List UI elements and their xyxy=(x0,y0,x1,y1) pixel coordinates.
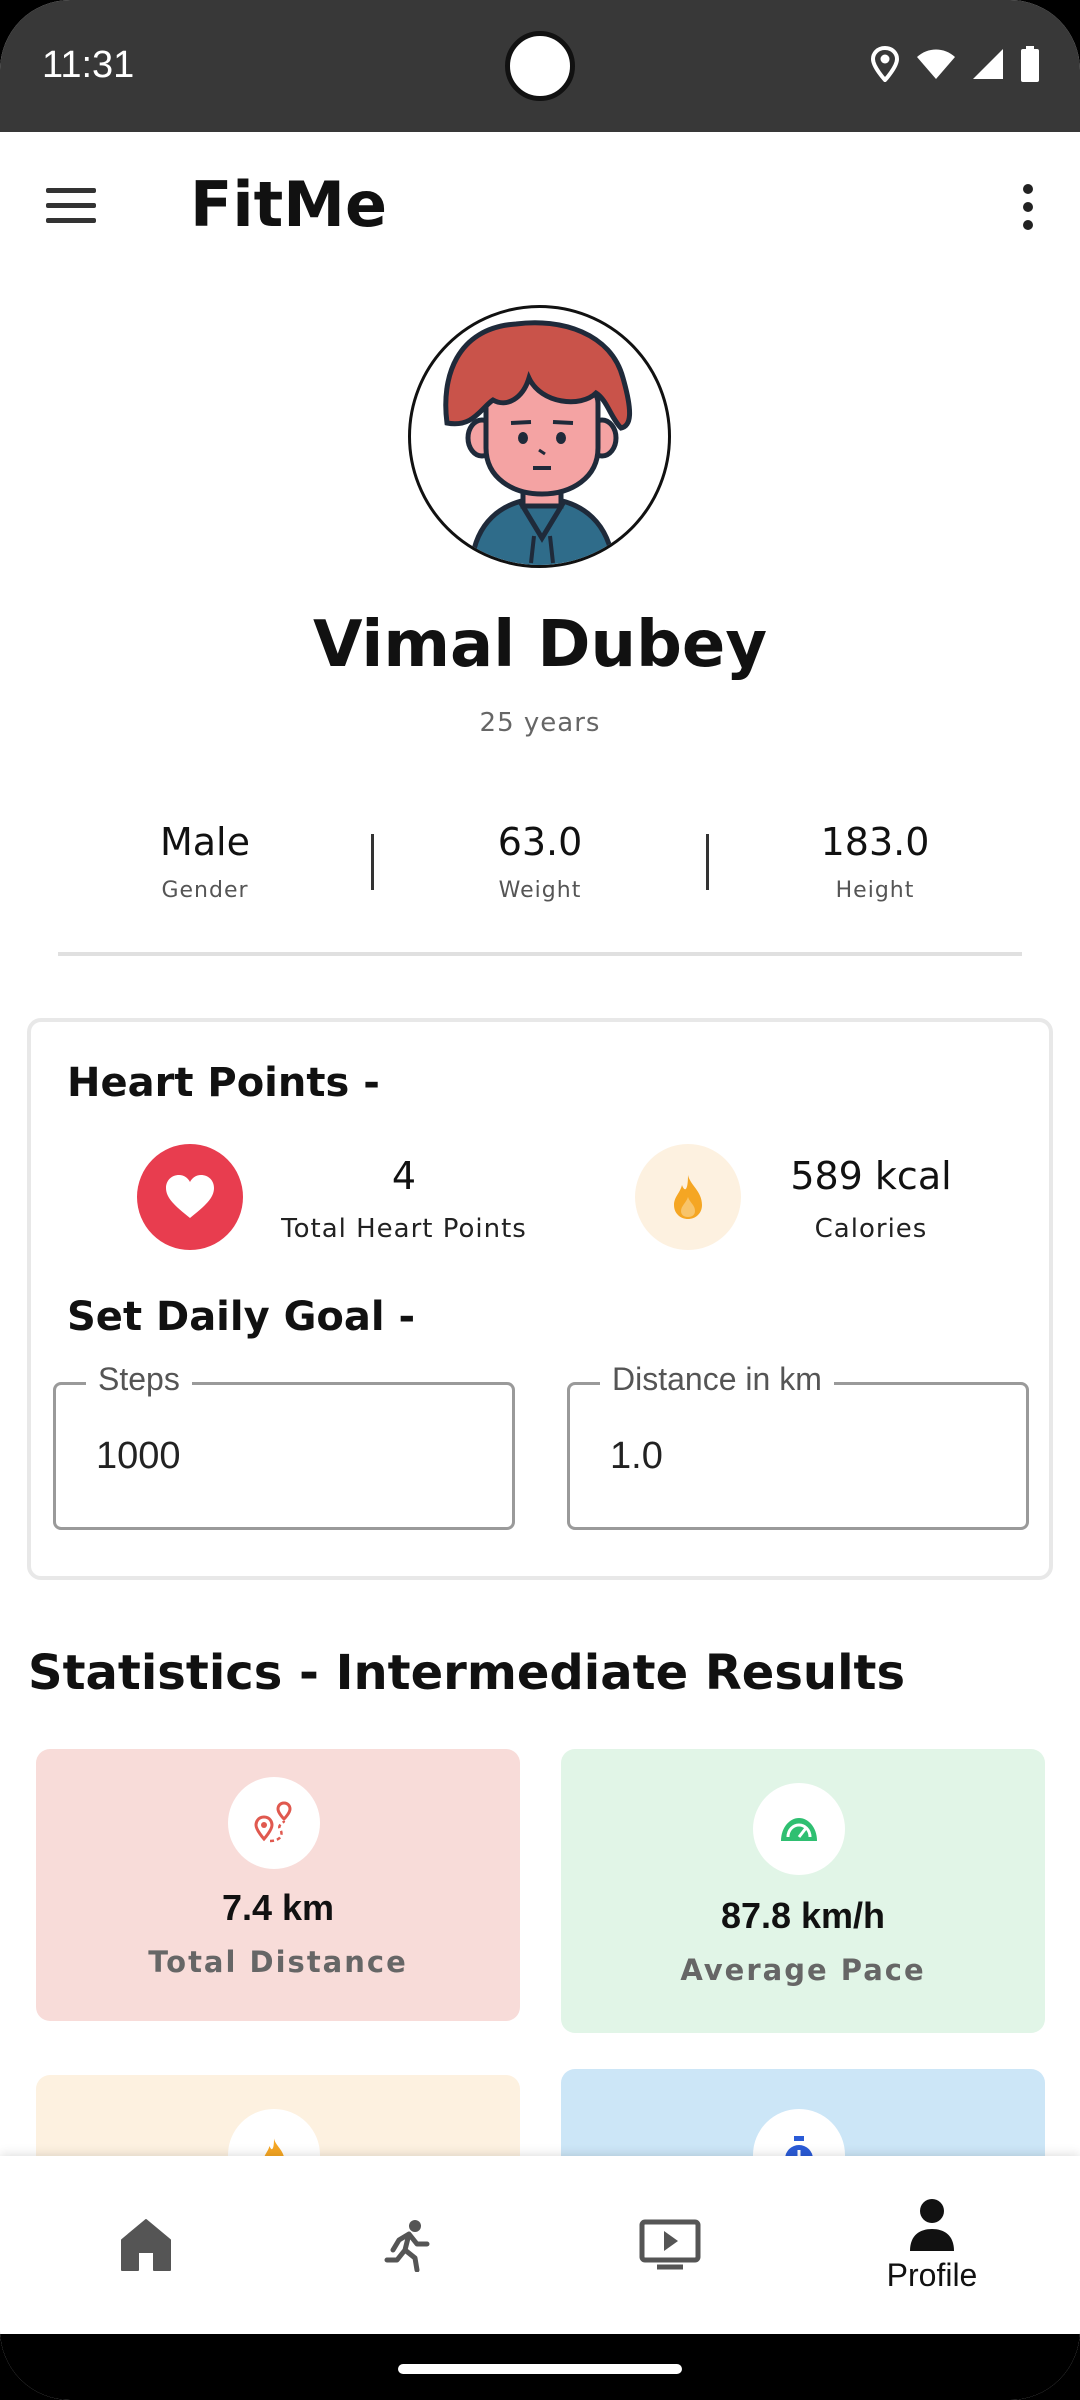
battery-icon xyxy=(1021,46,1039,82)
heart-points-title: Heart Points - xyxy=(67,1060,380,1106)
heart-icon xyxy=(166,1175,214,1218)
camera-cutout xyxy=(505,31,575,101)
metric-height: 183.0 Height xyxy=(725,820,1025,903)
steps-field-label: Steps xyxy=(86,1361,192,1398)
metric-value: 63.0 xyxy=(497,820,583,864)
heart-points-card: Heart Points - 4 Total Heart Points 589 … xyxy=(27,1018,1053,1580)
wifi-icon xyxy=(917,49,955,79)
status-time: 11:31 xyxy=(42,44,135,86)
route-pin-icon xyxy=(254,1801,292,1843)
distance-field-value[interactable]: 1.0 xyxy=(610,1435,663,1478)
metric-value: Male xyxy=(159,820,250,864)
home-icon xyxy=(121,2219,171,2271)
video-icon xyxy=(639,2219,701,2270)
location-icon xyxy=(870,46,900,82)
calories-badge xyxy=(635,1144,741,1250)
stat-card-average-pace[interactable]: 87.8 km/h Average Pace xyxy=(561,1749,1045,2033)
nav-videos[interactable] xyxy=(540,2156,800,2334)
stat-value: 87.8 km/h xyxy=(720,1895,886,1936)
nav-activity[interactable] xyxy=(278,2156,538,2334)
run-icon xyxy=(384,2220,430,2272)
more-options-icon[interactable] xyxy=(1016,182,1040,232)
metric-value: 183.0 xyxy=(820,820,930,864)
calories-label: Calories xyxy=(814,1214,928,1244)
metric-label: Gender xyxy=(161,878,249,903)
divider xyxy=(706,834,709,890)
nav-profile-label: Profile xyxy=(886,2256,978,2293)
heart-badge xyxy=(137,1144,243,1250)
heart-points-label: Total Heart Points xyxy=(281,1214,527,1244)
avatar[interactable] xyxy=(408,305,671,568)
divider xyxy=(371,834,374,890)
stat-icon-badge xyxy=(228,1777,320,1869)
status-bar: 11:31 xyxy=(0,0,1080,132)
status-icons xyxy=(870,46,1040,82)
stat-value: 7.4 km xyxy=(221,1887,335,1928)
stat-icon-badge xyxy=(753,1783,845,1875)
nav-profile[interactable]: Profile xyxy=(802,2156,1062,2334)
nav-home[interactable] xyxy=(16,2156,276,2334)
home-gesture-handle[interactable] xyxy=(398,2364,682,2374)
profile-name: Vimal Dubey xyxy=(312,608,768,682)
gesture-bar xyxy=(0,2334,1080,2400)
menu-icon[interactable] xyxy=(46,186,98,226)
steps-field-value[interactable]: 1000 xyxy=(96,1435,181,1478)
statistics-title: Statistics - Intermediate Results xyxy=(28,1645,906,1701)
distance-field-label: Distance in km xyxy=(600,1361,834,1398)
phone-screen: 11:31 FitMe Vimal Dubey 25 years Male Ge… xyxy=(0,0,1080,2400)
person-icon xyxy=(910,2198,954,2251)
profile-age: 25 years xyxy=(479,708,601,738)
bottom-navigation: Profile xyxy=(0,2156,1080,2334)
app-bar: FitMe xyxy=(0,132,1080,282)
speedometer-icon xyxy=(781,1818,817,1841)
distance-field[interactable]: Distance in km 1.0 xyxy=(567,1361,1029,1530)
calories-value: 589 kcal xyxy=(790,1154,952,1198)
section-divider xyxy=(58,952,1022,956)
stat-label: Average Pace xyxy=(680,1953,926,1987)
heart-points-value: 4 xyxy=(391,1154,417,1198)
steps-field[interactable]: Steps 1000 xyxy=(53,1361,515,1530)
metric-label: Weight xyxy=(498,878,582,903)
signal-icon xyxy=(973,49,1003,79)
metric-gender: Male Gender xyxy=(55,820,355,903)
stat-label: Total Distance xyxy=(148,1945,408,1979)
stat-card-total-distance[interactable]: 7.4 km Total Distance xyxy=(36,1749,520,2021)
daily-goal-title: Set Daily Goal - xyxy=(67,1294,416,1340)
metric-label: Height xyxy=(835,878,915,903)
fire-icon xyxy=(674,1175,702,1219)
app-title: FitMe xyxy=(190,168,387,241)
metric-weight: 63.0 Weight xyxy=(390,820,690,903)
